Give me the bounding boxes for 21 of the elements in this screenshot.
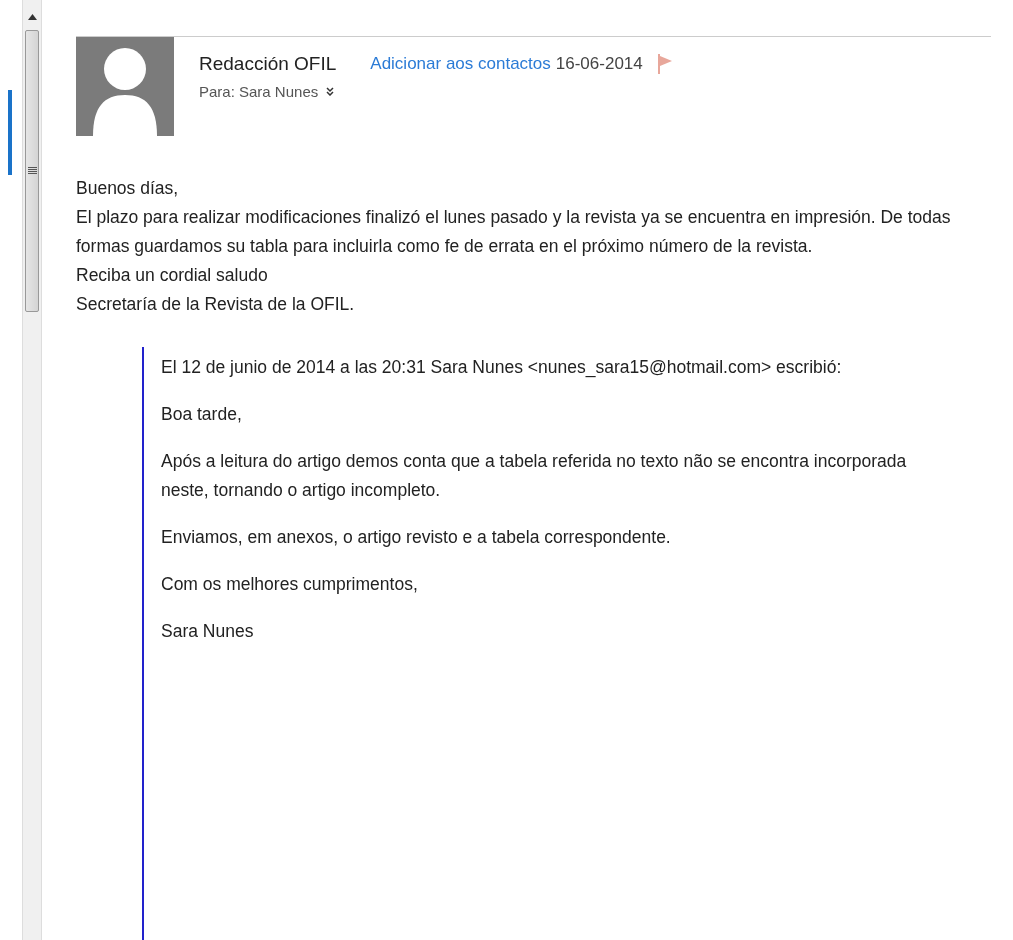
add-contact-link[interactable]: Adicionar aos contactos: [370, 54, 551, 74]
scrollbar[interactable]: [22, 0, 42, 940]
quoted-text: Após a leitura do artigo demos conta que a tabela referida no texto não se encontra incorporada neste, tornando o artigo incompleto.: [161, 450, 908, 502]
grip-icon: [27, 167, 37, 175]
avatar-icon: [76, 37, 174, 136]
expand-icon[interactable]: [326, 87, 335, 96]
recipient-text: Para: Sara Nunes: [199, 83, 319, 100]
body-text: Buenos días,: [76, 177, 180, 200]
body-text: Secretaría de la Revista de la OFIL.: [76, 293, 356, 316]
quoted-text: Com os melhores cumprimentos,: [161, 573, 419, 596]
quote-header: El 12 de junio de 2014 a las 20:31 Sara Nunes <nunes_sara15@hotmail.com> escribió:: [161, 356, 843, 380]
scrollbar-thumb[interactable]: [25, 30, 39, 312]
body-text: El plazo para realizar modificaciones finalizó el lunes pasado y la revista ya se encuentra en impresión. De todas formas guardamos su tabla para incluirla como fe de errata en el próximo número de la revista.: [76, 206, 952, 258]
quoted-text: Enviamos, em anexos, o artigo revisto e a tabela correspondente.: [161, 526, 672, 549]
quoted-text: Boa tarde,: [161, 403, 243, 426]
message-date: 16-06-2014: [555, 54, 643, 74]
flag-icon[interactable]: [656, 54, 673, 74]
sender-name: Redacción OFIL: [199, 53, 337, 75]
body-text: Reciba un cordial saludo: [76, 264, 269, 287]
quoted-text: Sara Nunes: [161, 620, 255, 643]
scroll-up-icon[interactable]: [27, 14, 37, 20]
